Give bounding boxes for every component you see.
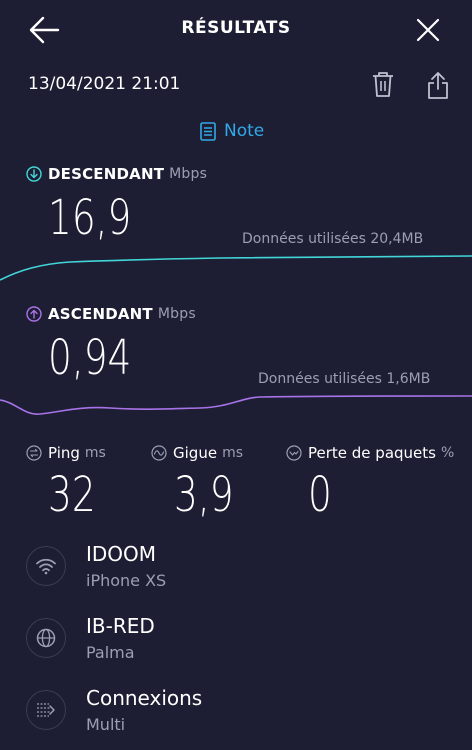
upload-speed-graph bbox=[0, 395, 472, 415]
note-icon bbox=[200, 121, 216, 141]
upload-label: ASCENDANT Mbps bbox=[26, 305, 196, 323]
ping-icon bbox=[26, 445, 42, 461]
download-label-text: DESCENDANT bbox=[48, 165, 165, 183]
jitter-label-text: Gigue bbox=[173, 444, 218, 462]
download-data-used: Données utilisées 20,4MB bbox=[242, 231, 424, 247]
packet-loss-icon bbox=[286, 445, 302, 461]
download-arrow-icon bbox=[26, 166, 42, 182]
wifi-info-row: IDOOM iPhone XS bbox=[26, 540, 466, 594]
download-speed-graph bbox=[0, 255, 472, 281]
test-datetime: 13/04/2021 21:01 bbox=[28, 74, 181, 94]
server-name: IB-RED bbox=[86, 614, 155, 638]
multi-connection-icon-circle bbox=[26, 690, 66, 730]
close-button[interactable] bbox=[414, 16, 442, 44]
globe-icon bbox=[36, 628, 56, 648]
globe-icon-circle bbox=[26, 618, 66, 658]
ping-label-text: Ping bbox=[48, 444, 80, 462]
multi-connection-icon bbox=[37, 703, 55, 717]
device-name: iPhone XS bbox=[86, 571, 167, 590]
packet-loss-unit: % bbox=[440, 445, 455, 461]
download-label: DESCENDANT Mbps bbox=[26, 165, 207, 183]
upload-data-used: Données utilisées 1,6MB bbox=[258, 371, 431, 387]
page-title: RÉSULTATS bbox=[181, 18, 291, 38]
upload-unit: Mbps bbox=[157, 306, 196, 322]
packet-loss-label-text: Perte de paquets bbox=[308, 444, 436, 462]
wifi-icon-circle bbox=[26, 546, 66, 586]
upload-arrow-icon bbox=[26, 306, 42, 322]
connections-info-row: Connexions Multi bbox=[26, 684, 466, 738]
ping-unit: ms bbox=[84, 445, 106, 461]
trash-icon bbox=[373, 72, 393, 97]
header-bar: RÉSULTATS bbox=[0, 0, 472, 60]
jitter-icon bbox=[151, 445, 167, 461]
note-button[interactable]: Note bbox=[200, 120, 264, 142]
ping-label: Ping ms bbox=[26, 444, 106, 462]
delete-button[interactable] bbox=[371, 70, 395, 98]
server-info-row[interactable]: IB-RED Palma bbox=[26, 612, 466, 666]
connections-mode: Multi bbox=[86, 715, 126, 734]
upload-label-text: ASCENDANT bbox=[48, 305, 153, 323]
download-unit: Mbps bbox=[169, 166, 208, 182]
share-icon bbox=[428, 72, 448, 99]
download-value: 16,9 bbox=[48, 190, 132, 246]
close-icon bbox=[416, 18, 440, 42]
note-label: Note bbox=[224, 121, 265, 141]
jitter-label: Gigue ms bbox=[151, 444, 243, 462]
share-button[interactable] bbox=[426, 70, 450, 100]
connections-title: Connexions bbox=[86, 686, 203, 710]
wifi-icon bbox=[36, 558, 56, 575]
packet-loss-label: Perte de paquets % bbox=[286, 444, 454, 462]
wifi-network-name: IDOOM bbox=[86, 542, 157, 566]
server-location: Palma bbox=[86, 643, 135, 662]
packet-loss-value: 0 bbox=[308, 467, 332, 523]
jitter-value: 3,9 bbox=[174, 467, 234, 523]
ping-value: 32 bbox=[48, 467, 96, 523]
jitter-unit: ms bbox=[222, 445, 243, 461]
upload-value: 0,94 bbox=[48, 330, 132, 386]
